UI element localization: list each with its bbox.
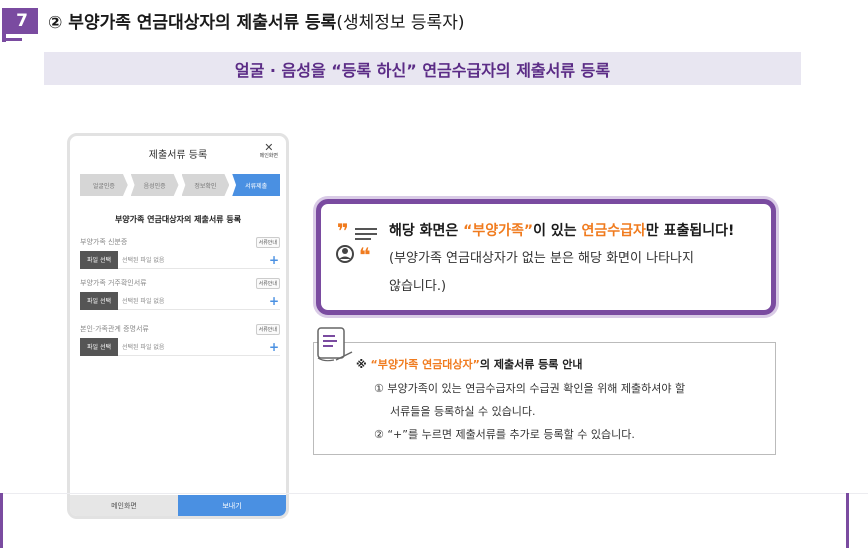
bottom-divider	[0, 493, 868, 494]
right-frame-line	[846, 493, 849, 548]
step-document-submit: 서류제출	[232, 174, 280, 196]
step-face-auth: 얼굴인증	[80, 174, 128, 196]
page-title-suffix: (생체정보 등록자)	[336, 13, 465, 33]
step-info-check: 정보확인	[181, 174, 230, 196]
notice-headline: 해당 화면은 “부양가족”이 있는 연금수급자만 표출됩니다!	[389, 220, 734, 240]
header-accent-underline	[2, 38, 22, 41]
document-guide-button[interactable]: 서류안내	[255, 236, 280, 248]
file-status-text: 선택된 파일 없음	[122, 344, 165, 351]
page-title-main: ② 부양가족 연금대상자의 제출서류 등록	[48, 13, 337, 33]
file-status-text: 선택된 파일 없음	[122, 257, 165, 264]
notice-highlight-dependent: “부양가족”	[463, 223, 534, 239]
info-box: ※ “부양가족 연금대상자”의 제출서류 등록 안내 ① 부양가족이 있는 연금…	[313, 342, 776, 455]
file-select-button[interactable]: 파일 선택	[80, 337, 118, 356]
page-title: ② 부양가족 연금대상자의 제출서류 등록(생체정보 등록자)	[48, 8, 464, 33]
close-label: 메인화면	[259, 153, 278, 159]
document-row-id: 부양가족 신분증 서류안내 파일 선택 선택된 파일 없음 +	[80, 236, 280, 269]
notice-box: ❞ ❝ 해당 화면은 “부양가족”이 있는 연금수급자만 표출됩니다! (부양가…	[316, 199, 776, 315]
add-file-button[interactable]: +	[268, 340, 280, 354]
step-voice-auth: 음성인증	[130, 174, 179, 196]
file-select-button[interactable]: 파일 선택	[80, 250, 118, 269]
notice-text: 이 있는	[533, 223, 582, 239]
file-status-text: 선택된 파일 없음	[122, 298, 165, 305]
file-select-button[interactable]: 파일 선택	[80, 291, 118, 310]
file-upload-row: 파일 선택 선택된 파일 없음 +	[80, 250, 280, 269]
add-file-button[interactable]: +	[268, 253, 280, 267]
notice-detail: (부양가족 연금대상자가 없는 분은 해당 화면이 나타나지	[389, 251, 694, 266]
phone-footer: 메인화면 보내기	[70, 495, 286, 516]
phone-header-title: 제출서류 등록	[148, 149, 208, 161]
progress-steps: 얼굴인증 음성인증 정보확인 서류제출	[80, 174, 280, 196]
section-banner: 얼굴 · 음성을 “등록 하신” 연금수급자의 제출서류 등록	[44, 52, 801, 85]
notice-detail-cont: 않습니다.)	[389, 279, 447, 294]
phone-mockup: 제출서류 등록 ✕ 메인화면 얼굴인증 음성인증 정보확인 서류제출 부양가족 …	[67, 133, 289, 519]
svg-text:❝: ❝	[359, 243, 371, 266]
info-title-highlight: “부양가족 연금대상자”	[370, 358, 480, 371]
document-pen-icon	[317, 327, 353, 362]
file-upload-row: 파일 선택 선택된 파일 없음 +	[80, 291, 280, 310]
close-button[interactable]: ✕ 메인화면	[260, 142, 278, 159]
info-title-prefix: ※	[356, 358, 371, 371]
document-row-residence: 부양가족 거주확인서류 서류안내 파일 선택 선택된 파일 없음 +	[80, 277, 280, 310]
document-label: 부양가족 거주확인서류	[80, 279, 147, 287]
svg-text:❞: ❞	[337, 219, 349, 243]
info-title-suffix: 의 제출서류 등록 안내	[479, 358, 583, 371]
notice-text: 해당 화면은	[389, 223, 464, 239]
document-guide-button[interactable]: 서류안내	[255, 277, 280, 289]
document-row-family: 본인·가족관계 증명서류 서류안내 파일 선택 선택된 파일 없음 +	[80, 323, 280, 356]
info-title: ※ “부양가족 연금대상자”의 제출서류 등록 안내	[356, 356, 582, 372]
info-item-1-cont: 서류들을 등록하실 수 있습니다.	[390, 405, 536, 418]
speech-person-icon: ❞ ❝	[336, 219, 377, 266]
document-label: 부양가족 신분증	[80, 238, 128, 246]
close-icon: ✕	[264, 141, 274, 154]
add-file-button[interactable]: +	[268, 294, 280, 308]
notice-highlight-recipient: 연금수급자	[581, 223, 646, 239]
notice-text: 만 표출됩니다!	[645, 223, 735, 239]
send-button[interactable]: 보내기	[178, 495, 286, 516]
form-title: 부양가족 연금대상자의 제출서류 등록	[114, 215, 242, 224]
step-number-badge: 7	[6, 8, 38, 34]
main-screen-button[interactable]: 메인화면	[70, 495, 178, 516]
document-guide-button[interactable]: 서류안내	[255, 323, 280, 335]
file-upload-row: 파일 선택 선택된 파일 없음 +	[80, 337, 280, 356]
phone-header: 제출서류 등록 ✕ 메인화면	[70, 136, 286, 170]
left-frame-line	[0, 493, 3, 548]
info-item-2: ② “+”를 누르면 제출서류를 추가로 등록할 수 있습니다.	[374, 428, 635, 441]
info-item-1: ① 부양가족이 있는 연금수급자의 수급권 확인을 위해 제출하셔야 할	[374, 382, 686, 395]
document-label: 본인·가족관계 증명서류	[80, 325, 149, 333]
